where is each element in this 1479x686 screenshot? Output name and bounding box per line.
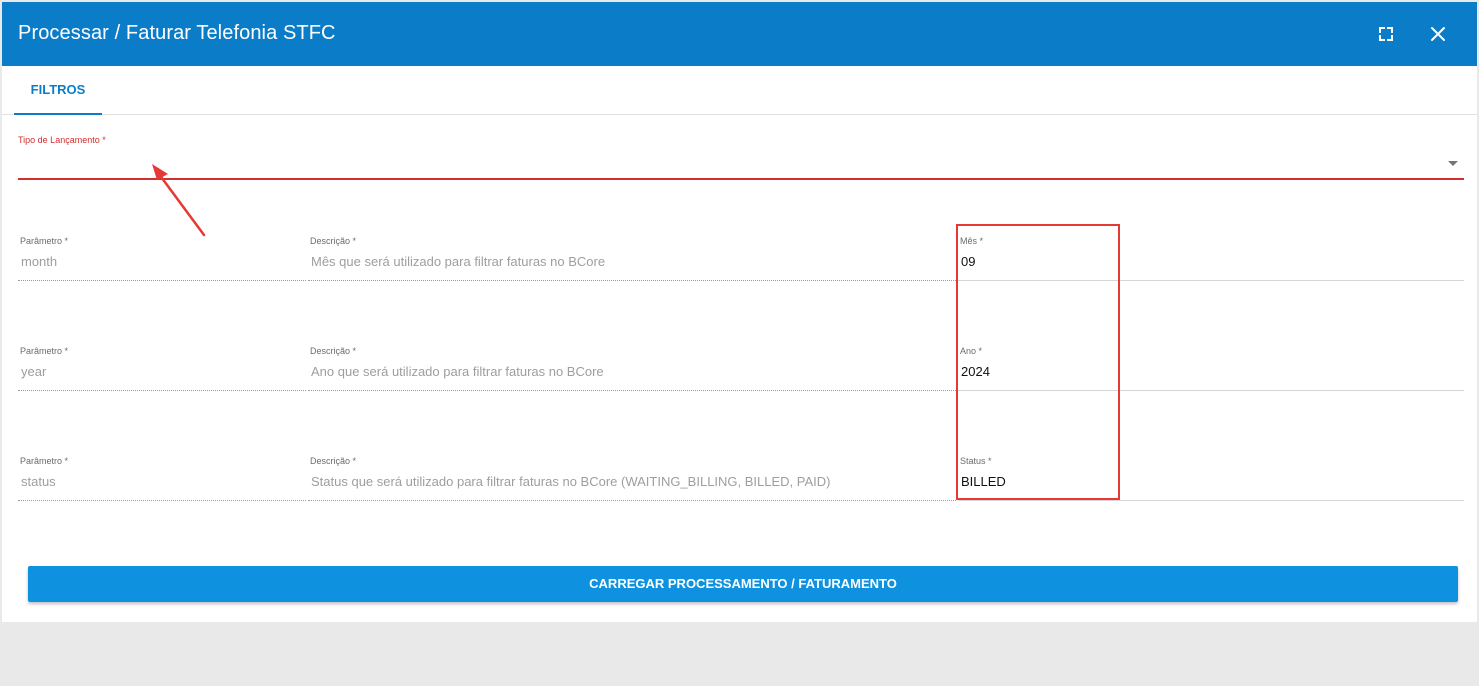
load-processing-button[interactable]: CARREGAR PROCESSAMENTO / FATURAMENTO [28,566,1458,602]
year-label: Ano * [960,346,983,356]
fullscreen-icon [1379,27,1393,41]
param-row-year: Parâmetro * year Descrição * Ano que ser… [18,340,1464,391]
param-value: status [21,474,56,489]
tab-filtros[interactable]: FILTROS [14,66,102,114]
month-input[interactable]: Mês * 09 [958,230,1464,281]
param-row-status: Parâmetro * status Descrição * Status qu… [18,450,1464,501]
param-label: Parâmetro * [20,456,69,466]
param-field: Parâmetro * year [18,340,306,391]
param-value: month [21,254,58,269]
maximize-button[interactable] [1374,22,1398,46]
param-row-month: Parâmetro * month Descrição * Mês que se… [18,230,1464,281]
status-value[interactable]: BILLED [961,474,1006,489]
status-input[interactable]: Status * BILLED [958,450,1464,501]
description-field: Descrição * Ano que será utilizado para … [308,340,956,391]
year-value[interactable]: 2024 [961,364,990,379]
description-label: Descrição * [310,236,357,246]
launch-type-label: Tipo de Lançamento * [18,135,106,145]
close-icon [1431,27,1445,41]
description-value: Ano que será utilizado para filtrar fatu… [311,364,604,379]
dropdown-arrow-icon [1448,161,1458,166]
status-label: Status * [960,456,992,466]
dialog-titlebar: Processar / Faturar Telefonia STFC [2,2,1477,66]
param-field: Parâmetro * month [18,230,306,281]
description-label: Descrição * [310,456,357,466]
close-button[interactable] [1426,22,1450,46]
month-label: Mês * [960,236,984,246]
launch-type-select[interactable]: Tipo de Lançamento * [18,132,1464,180]
dialog: Processar / Faturar Telefonia STFC FILTR… [2,2,1477,622]
param-label: Parâmetro * [20,236,69,246]
description-value: Status que será utilizado para filtrar f… [311,474,831,489]
description-label: Descrição * [310,346,357,356]
description-value: Mês que será utilizado para filtrar fatu… [311,254,606,269]
month-value[interactable]: 09 [961,254,975,269]
param-value: year [21,364,47,379]
param-field: Parâmetro * status [18,450,306,501]
tab-bar: FILTROS [2,66,1477,115]
param-label: Parâmetro * [20,346,69,356]
year-input[interactable]: Ano * 2024 [958,340,1464,391]
dialog-title: Processar / Faturar Telefonia STFC [18,22,336,44]
description-field: Descrição * Status que será utilizado pa… [308,450,956,501]
tab-active-indicator [14,113,102,115]
description-field: Descrição * Mês que será utilizado para … [308,230,956,281]
